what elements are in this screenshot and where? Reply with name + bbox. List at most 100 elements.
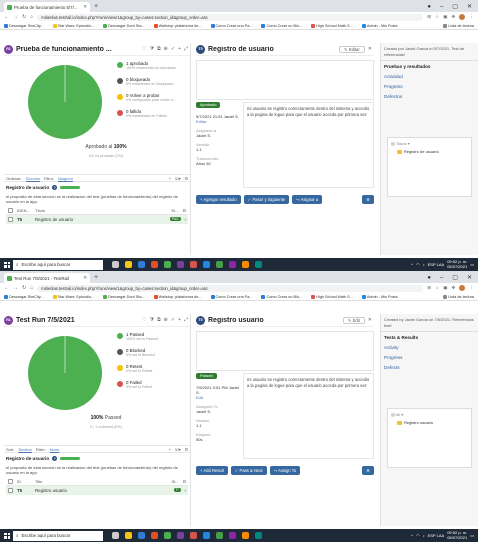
select-icon[interactable]: ☑▾ xyxy=(175,176,181,181)
edge-icon[interactable] xyxy=(138,261,145,268)
app-icon-7[interactable] xyxy=(190,532,197,539)
bookmark-item[interactable]: Wallstop: plataforma de... xyxy=(153,23,202,28)
puzzle-icon[interactable]: ✥ xyxy=(452,285,456,291)
new-tab-button[interactable]: + xyxy=(94,273,98,283)
app-icon-9[interactable] xyxy=(216,261,223,268)
heart-icon[interactable]: ♡ xyxy=(142,317,146,323)
back-icon[interactable]: ← xyxy=(4,285,9,291)
profile-avatar[interactable] xyxy=(459,14,466,20)
app-icon-6[interactable] xyxy=(177,261,184,268)
help-icon[interactable]: ? xyxy=(52,456,58,461)
home-icon[interactable]: ⌂ xyxy=(30,285,33,291)
sidebar-nav-item[interactable]: Defectos xyxy=(384,94,475,99)
wifi-icon[interactable]: ◠ xyxy=(416,533,420,538)
language-indicator[interactable]: ESP LAA xyxy=(428,533,445,538)
filter-link[interactable]: None xyxy=(50,447,60,452)
settings-gear-icon[interactable]: ⚙ xyxy=(362,466,374,475)
close-detail-icon[interactable]: ✕ xyxy=(368,46,374,52)
minimize-icon[interactable]: – xyxy=(440,2,443,12)
add-case-icon[interactable]: + xyxy=(169,447,171,452)
close-tab-icon[interactable]: ✕ xyxy=(83,4,87,10)
sidebar-nav-item[interactable]: Tests & Results xyxy=(384,335,475,340)
assign-to-button[interactable]: ↪ Asignar a xyxy=(292,195,323,204)
maximize-icon[interactable]: ▢ xyxy=(452,2,458,12)
copy-icon[interactable]: ⧉ xyxy=(157,46,161,52)
app-icon-12[interactable] xyxy=(255,532,262,539)
sort-link[interactable]: Sección xyxy=(26,176,40,181)
bookmark-item[interactable]: Descargar Dont Sta... xyxy=(103,23,145,28)
store-icon[interactable] xyxy=(151,532,158,539)
reload-icon[interactable]: ↻ xyxy=(22,285,26,291)
copy-icon[interactable]: ⧉ xyxy=(157,317,161,323)
puzzle-icon[interactable]: ✥ xyxy=(452,14,456,20)
back-icon[interactable]: ← xyxy=(4,14,9,20)
tree-header[interactable]: ▤ All ▾ xyxy=(391,412,468,417)
filter-icon[interactable]: ⧩ xyxy=(150,46,154,52)
volume-icon[interactable]: ♪ xyxy=(423,262,425,267)
home-icon[interactable]: ⌂ xyxy=(30,14,33,20)
profile-avatar[interactable] xyxy=(459,285,466,291)
check-icon[interactable]: ✓ xyxy=(171,317,175,323)
windows-start-icon[interactable] xyxy=(4,532,10,539)
taskbar-search[interactable]: ⌕ Escribe aquí para buscar xyxy=(13,259,103,270)
app-icon-10[interactable] xyxy=(229,261,236,268)
bookmark-item[interactable]: Como Crear una Pa... xyxy=(210,23,252,28)
translate-icon[interactable]: ⊞ xyxy=(427,285,431,291)
row-title[interactable]: Registro usuario xyxy=(35,488,170,493)
forward-icon[interactable]: → xyxy=(13,285,18,291)
row-status-badge[interactable]: P xyxy=(174,488,181,493)
wifi-icon[interactable]: ◠ xyxy=(416,262,420,267)
menu-icon[interactable]: ⋮ xyxy=(469,14,474,20)
tree-header[interactable]: ▤ Todos ▾ xyxy=(391,141,468,146)
sidebar-nav-item[interactable]: Activity xyxy=(384,345,475,350)
sidebar-nav-item[interactable]: Actividad xyxy=(384,74,475,79)
bookmark-item[interactable]: Descargar SimCity... xyxy=(4,23,44,28)
bookmark-item[interactable]: Admin - Mis Posts xyxy=(361,23,397,28)
sidebar-nav-item[interactable]: Defects xyxy=(384,365,475,370)
settings-gear-icon[interactable]: ⚙ xyxy=(362,195,374,204)
row-arrow-icon[interactable]: ‹ xyxy=(185,488,186,493)
forward-icon[interactable]: → xyxy=(13,14,18,20)
assign-to-button[interactable]: ↪ Assign To xyxy=(269,466,301,475)
result-edit-link[interactable]: Edit xyxy=(196,395,203,400)
result-edit-link[interactable]: Editar xyxy=(196,119,206,124)
browser-tab[interactable]: Test Run 7/5/2021 - TestRail ✕ xyxy=(4,273,90,283)
maximize-icon[interactable]: ▢ xyxy=(452,273,458,283)
select-all-checkbox[interactable] xyxy=(8,478,13,484)
refresh-icon[interactable]: ⊕ xyxy=(164,46,168,52)
app-icon-9[interactable] xyxy=(216,532,223,539)
row-status-badge[interactable]: PAS xyxy=(169,217,181,222)
bookmark-item[interactable]: High School Math S... xyxy=(311,23,353,28)
app-icon-7[interactable] xyxy=(190,261,197,268)
row-arrow-icon[interactable]: ‹ xyxy=(185,217,186,222)
table-row[interactable]: T5 Registro de usuario PAS ‹ xyxy=(6,214,188,224)
filter-icon[interactable]: ⧩ xyxy=(150,317,154,323)
new-tab-button[interactable]: + xyxy=(94,2,98,12)
sidebar-nav-item[interactable]: Progress xyxy=(384,355,475,360)
row-title[interactable]: Registro de usuario xyxy=(35,217,166,222)
close-tab-icon[interactable]: ✕ xyxy=(83,275,87,281)
task-view-icon[interactable] xyxy=(112,261,119,268)
bookmark-item[interactable]: Descargar SimCity... xyxy=(4,294,44,299)
bookmark-item[interactable]: Star Wars: Episodio... xyxy=(52,294,94,299)
select-all-checkbox[interactable] xyxy=(8,207,13,213)
tree-item[interactable]: Registro de usuario xyxy=(391,149,468,154)
pass-next-button[interactable]: ✓ Pass & Next xyxy=(230,466,267,475)
clock[interactable]: 09:52 p. m. 05/07/2021 xyxy=(447,259,467,270)
browser-tab[interactable]: Prueba de funcionamiento 5/7/... ✕ xyxy=(4,2,90,12)
bookmark-item[interactable]: Como Crear una Pa... xyxy=(210,294,252,299)
bookmark-item[interactable]: Lista de lectura xyxy=(443,294,478,299)
tray-arrow-icon[interactable]: ^ xyxy=(411,533,413,538)
url-field[interactable]: mitienlas.testrail.io/index.php?/runs/vi… xyxy=(37,284,424,292)
task-view-icon[interactable] xyxy=(112,532,119,539)
dropdown-icon[interactable]: ● xyxy=(427,2,431,12)
tree-item[interactable]: Registro usuario xyxy=(391,420,468,425)
app-icon-6[interactable] xyxy=(177,532,184,539)
col-options-icon[interactable]: ⊟ xyxy=(183,479,186,484)
app-icon-8[interactable] xyxy=(203,261,210,268)
columns-icon[interactable]: ⊟ xyxy=(185,176,188,181)
volume-icon[interactable]: ♪ xyxy=(423,533,425,538)
bookmark-item[interactable]: Wallstop: plataforma de... xyxy=(153,294,202,299)
row-checkbox[interactable] xyxy=(8,216,13,222)
help-icon[interactable]: ? xyxy=(52,185,58,190)
